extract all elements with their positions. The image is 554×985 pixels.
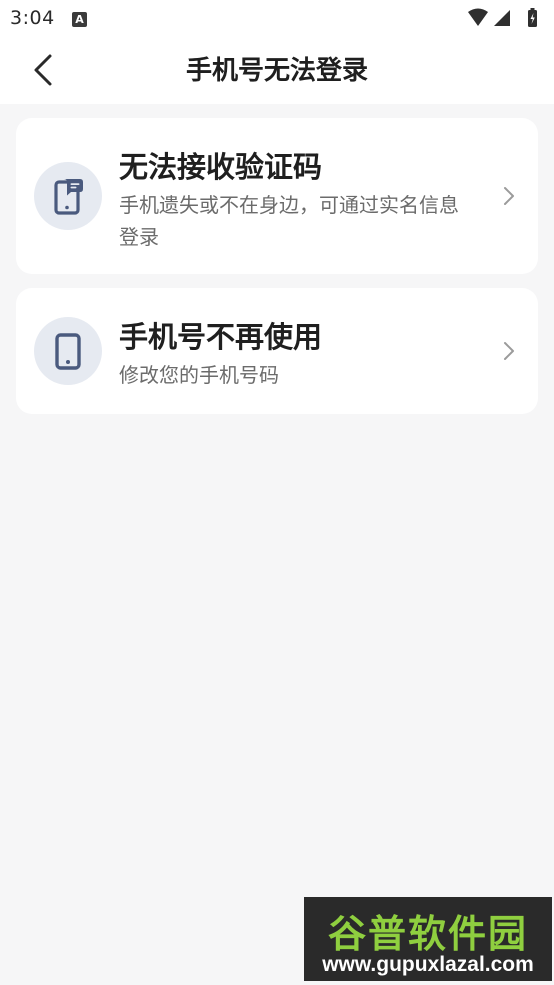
page-title: 手机号无法登录 bbox=[185, 56, 368, 86]
watermark-title: 谷普软件园 bbox=[327, 914, 528, 956]
site-watermark: 谷普软件园 www.gupuxlazal.com bbox=[304, 897, 552, 981]
option-description: 修改您的手机号码 bbox=[119, 363, 279, 387]
top-navigation-bar: 手机号无法登录 bbox=[0, 38, 554, 104]
watermark-url: www.gupuxlazal.com bbox=[322, 953, 534, 976]
option-title: 无法接收验证码 bbox=[119, 150, 323, 184]
chevron-right-icon bbox=[504, 187, 514, 205]
cellular-signal-icon bbox=[494, 10, 510, 26]
status-time: 3:04 bbox=[10, 7, 55, 29]
phone-message-icon bbox=[54, 179, 83, 215]
status-indicators bbox=[468, 8, 537, 27]
option-number-no-longer-used[interactable]: 手机号不再使用 修改您的手机号码 bbox=[16, 288, 538, 414]
icon-badge bbox=[34, 162, 102, 230]
wifi-icon bbox=[468, 8, 488, 26]
status-bar: 3:04 A bbox=[0, 0, 554, 38]
battery-icon bbox=[528, 8, 537, 27]
back-arrow-icon bbox=[34, 54, 52, 86]
option-cannot-receive-code[interactable]: 无法接收验证码 手机遗失或不在身边，可通过实名信息登录 bbox=[16, 118, 538, 274]
phone-icon bbox=[55, 333, 81, 370]
chevron-right-icon bbox=[504, 342, 514, 360]
option-description: 手机遗失或不在身边，可通过实名信息登录 bbox=[119, 193, 459, 249]
option-title: 手机号不再使用 bbox=[119, 320, 323, 354]
notification-a-icon: A bbox=[72, 12, 87, 27]
icon-badge bbox=[34, 317, 102, 385]
back-button[interactable] bbox=[24, 50, 64, 90]
